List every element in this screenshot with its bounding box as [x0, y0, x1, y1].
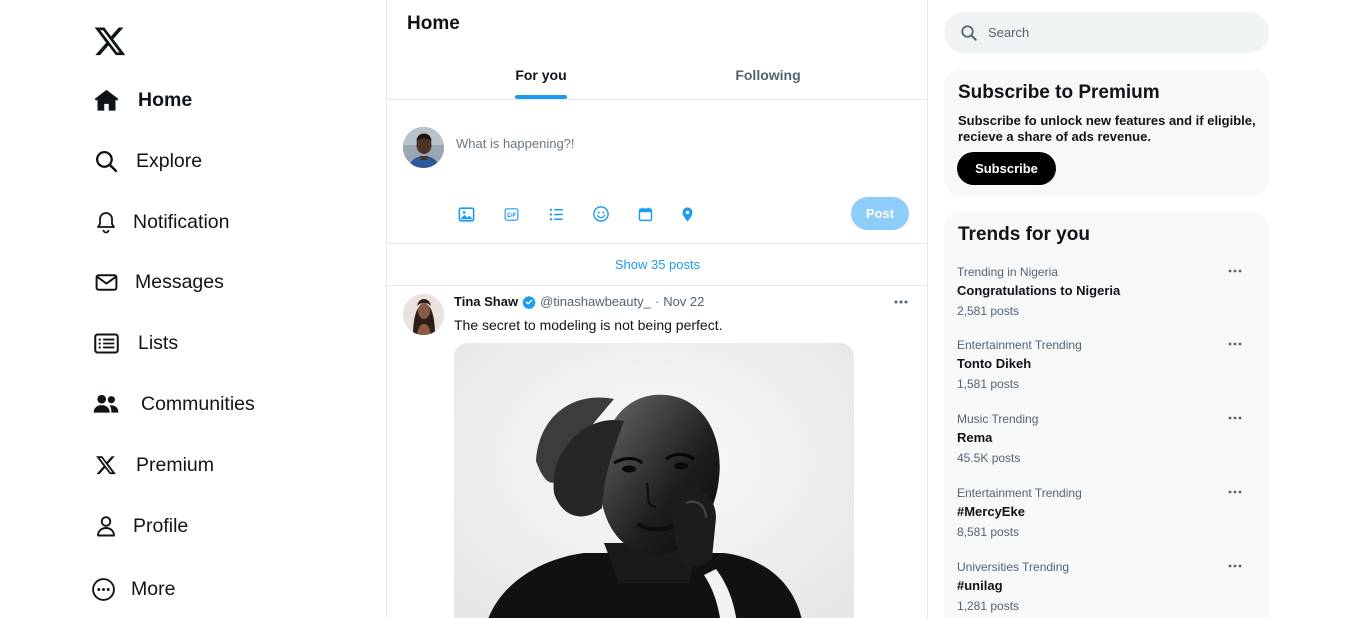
trend-post-count: 1,281 posts — [957, 599, 1020, 613]
schedule-icon[interactable] — [635, 204, 655, 224]
nav-item-home[interactable]: Home — [92, 83, 192, 117]
nav-item-communities[interactable]: Communities — [92, 387, 255, 421]
nav-label-lists: Lists — [138, 331, 179, 354]
nav-label-more: More — [131, 577, 176, 600]
x-logo-icon — [92, 451, 120, 479]
trend-name: #MercyEke — [957, 504, 1025, 519]
search-icon — [92, 147, 120, 175]
nav-label-profile: Profile — [133, 514, 189, 537]
more-horizontal-icon[interactable] — [1227, 484, 1243, 494]
people-icon — [92, 390, 120, 418]
trend-name: Rema — [957, 430, 993, 445]
premium-description: Subscribe fo unlock new features and if … — [958, 113, 1256, 144]
trend-post-count: 2,581 posts — [957, 304, 1020, 318]
nav-item-profile[interactable]: Profile — [92, 509, 188, 543]
image-icon[interactable] — [456, 204, 476, 224]
location-icon[interactable] — [677, 204, 697, 224]
show-new-posts-link[interactable]: Show 35 posts — [387, 244, 927, 286]
post-composer: Post — [387, 100, 927, 244]
tweet-text: The secret to modeling is not being perf… — [454, 317, 723, 333]
trend-item[interactable]: Entertainment Trending #MercyEke 8,581 p… — [957, 486, 1257, 556]
user-avatar[interactable] — [403, 127, 444, 168]
trend-category: Music Trending — [957, 412, 1039, 426]
gif-icon[interactable] — [501, 204, 521, 224]
tweet-author-handle[interactable]: @tinashawbeauty_ — [540, 294, 651, 309]
tab-for-you[interactable]: For you — [494, 52, 588, 99]
trend-item[interactable]: Entertainment Trending Tonto Dikeh 1,581… — [957, 338, 1257, 408]
home-icon — [92, 86, 120, 114]
more-horizontal-icon[interactable] — [1227, 410, 1243, 420]
tweet-author-name[interactable]: Tina Shaw — [454, 294, 518, 309]
trend-name: #unilag — [957, 578, 1003, 593]
trends-card: Trends for you Trending in Nigeria Congr… — [944, 212, 1269, 618]
more-horizontal-icon[interactable] — [1227, 336, 1243, 346]
tab-for-you-label: For you — [515, 67, 567, 83]
search-input[interactable] — [988, 25, 1248, 40]
nav-item-explore[interactable]: Explore — [92, 144, 202, 178]
trend-name: Congratulations to Nigeria — [957, 283, 1121, 298]
emoji-icon[interactable] — [591, 204, 611, 224]
trend-category: Entertainment Trending — [957, 486, 1082, 500]
trend-item[interactable]: Trending in Nigeria Congratulations to N… — [957, 265, 1257, 335]
nav-item-lists[interactable]: Lists — [92, 326, 178, 360]
trends-title: Trends for you — [958, 224, 1090, 245]
trend-item[interactable]: Universities Trending #unilag 1,281 post… — [957, 560, 1257, 618]
search-box[interactable] — [944, 12, 1269, 53]
nav-item-premium[interactable]: Premium — [92, 448, 214, 482]
trend-category: Entertainment Trending — [957, 338, 1082, 352]
nav-label-messages: Messages — [135, 270, 224, 293]
right-sidebar: Subscribe to Premium Subscribe fo unlock… — [944, 0, 1269, 618]
subscribe-button[interactable]: Subscribe — [957, 152, 1056, 185]
tab-active-indicator — [515, 95, 567, 99]
tweet-image[interactable] — [454, 343, 854, 618]
tweet-separator: · — [654, 294, 660, 309]
envelope-icon — [92, 268, 120, 296]
trend-category: Trending in Nigeria — [957, 265, 1058, 279]
nav-item-more[interactable]: More — [89, 572, 175, 606]
nav-label-communities: Communities — [141, 392, 255, 415]
x-logo-icon[interactable] — [93, 24, 127, 58]
nav-label-home: Home — [138, 88, 193, 111]
trend-name: Tonto Dikeh — [957, 356, 1032, 371]
premium-card: Subscribe to Premium Subscribe fo unlock… — [944, 69, 1269, 196]
trend-post-count: 1,581 posts — [957, 377, 1020, 391]
verified-badge-icon — [522, 295, 536, 309]
nav-label-premium: Premium — [136, 453, 215, 476]
nav-item-messages[interactable]: Messages — [92, 265, 224, 299]
main-timeline: Home For you Following What is happening… — [386, 0, 928, 618]
more-horizontal-icon[interactable] — [1227, 263, 1243, 273]
nav-label-notification: Notification — [133, 210, 230, 233]
timeline-tabs: For you Following — [387, 52, 927, 100]
tweet-date[interactable]: Nov 22 — [663, 294, 704, 309]
list-icon — [92, 329, 120, 357]
more-horizontal-icon[interactable] — [892, 294, 910, 304]
premium-title: Subscribe to Premium — [958, 82, 1160, 103]
tab-following[interactable]: Following — [717, 52, 819, 99]
nav-label-explore: Explore — [136, 149, 203, 172]
tweet[interactable]: Tina Shaw @tinashawbeauty_ · Nov 22 The … — [387, 286, 927, 618]
poll-icon[interactable] — [546, 204, 566, 224]
search-icon — [960, 24, 978, 42]
trend-post-count: 45.5K posts — [957, 451, 1021, 465]
more-circle-icon — [89, 575, 117, 603]
bell-icon — [92, 208, 120, 236]
post-button[interactable]: Post — [851, 197, 909, 230]
trend-post-count: 8,581 posts — [957, 525, 1020, 539]
tweet-header: Tina Shaw @tinashawbeauty_ · Nov 22 — [454, 294, 704, 309]
page-title: Home — [407, 13, 460, 34]
left-sidebar: Home Explore Notification Messages Lists… — [0, 0, 386, 618]
nav-item-notification[interactable]: Notification — [92, 205, 229, 239]
tab-following-label: Following — [735, 67, 801, 83]
tweet-author-avatar[interactable] — [403, 294, 444, 335]
trend-item[interactable]: Music Trending Rema 45.5K posts — [957, 412, 1257, 482]
more-horizontal-icon[interactable] — [1227, 558, 1243, 568]
trend-category: Universities Trending — [957, 560, 1070, 574]
compose-input[interactable] — [456, 136, 856, 151]
person-icon — [92, 512, 120, 540]
